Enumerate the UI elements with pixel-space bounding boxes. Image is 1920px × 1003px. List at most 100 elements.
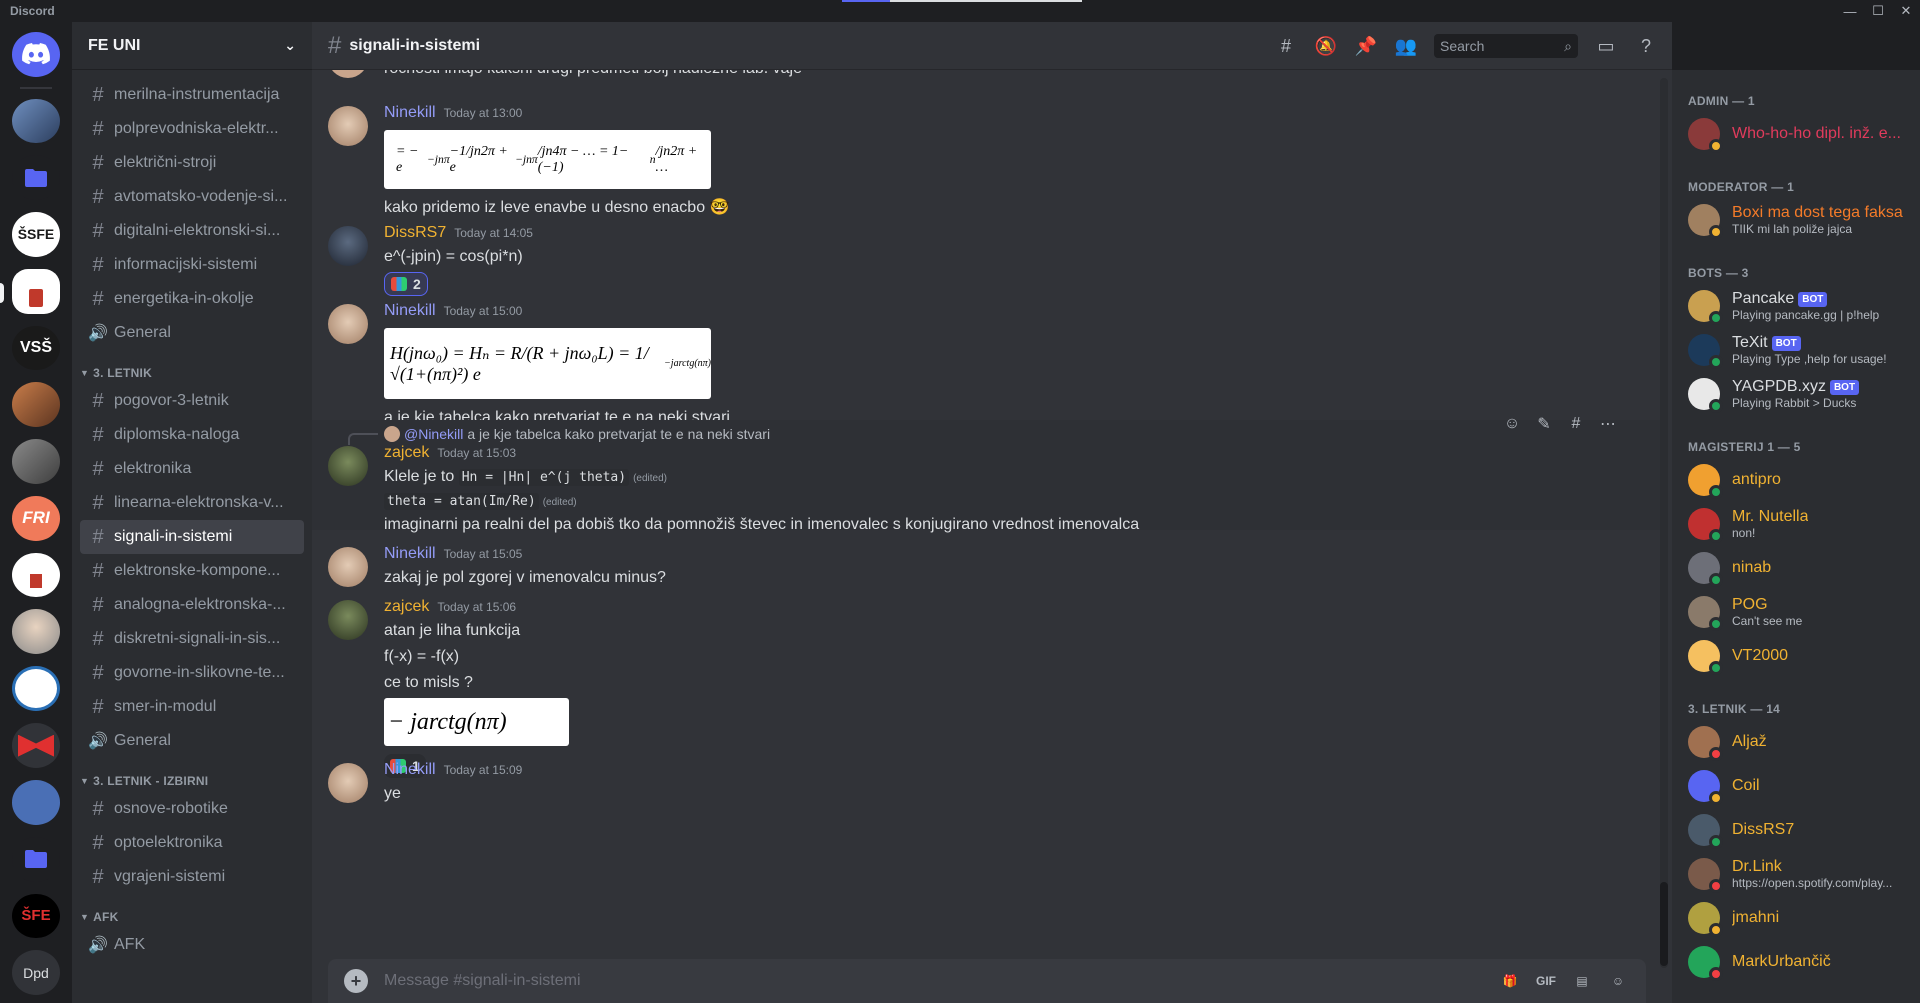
channel-item[interactable]: # optoelektronika: [80, 826, 304, 860]
username[interactable]: Ninekill: [384, 302, 436, 320]
more-options-icon[interactable]: ⋯: [1592, 408, 1624, 440]
gif-button[interactable]: GIF: [1534, 969, 1558, 993]
upload-plus-icon[interactable]: +: [344, 969, 368, 993]
server-icon[interactable]: Dpd: [12, 950, 60, 996]
category-3-letnik-izbirni[interactable]: ▼ 3. LETNIK - IZBIRNI: [80, 758, 304, 792]
maximize-button[interactable]: ☐: [1864, 0, 1892, 22]
category-afk[interactable]: ▼ AFK: [80, 894, 304, 928]
member-item[interactable]: Dr.Link https://open.spotify.com/play...: [1688, 852, 1912, 896]
scrollbar-track[interactable]: [1660, 78, 1668, 968]
pin-icon[interactable]: 📌: [1354, 34, 1378, 58]
channel-item[interactable]: # digitalni-elektronski-si...: [80, 214, 304, 248]
member-item[interactable]: Mr. Nutella non!: [1688, 502, 1912, 546]
avatar[interactable]: [328, 446, 368, 486]
member-item[interactable]: MarkUrbančič: [1688, 940, 1912, 984]
channel-item[interactable]: # govorne-in-slikovne-te...: [80, 656, 304, 690]
channel-item[interactable]: # avtomatsko-vodenje-si...: [80, 180, 304, 214]
server-header[interactable]: FE UNI ⌄: [72, 22, 312, 70]
server-icon[interactable]: [12, 552, 60, 598]
channel-item[interactable]: # vgrajeni-sistemi: [80, 860, 304, 894]
server-icon[interactable]: ŠFE: [12, 893, 60, 939]
channel-item[interactable]: # diplomska-naloga: [80, 418, 304, 452]
member-item[interactable]: jmahni: [1688, 896, 1912, 940]
username[interactable]: Ninekill: [384, 104, 436, 122]
member-item[interactable]: YAGPDB.xyz BOT Playing Rabbit > Ducks: [1688, 372, 1912, 416]
avatar[interactable]: [328, 226, 368, 266]
channel-item[interactable]: # merilna-instrumentacija: [80, 78, 304, 112]
channel-item[interactable]: 🔊 General: [80, 316, 304, 350]
member-item[interactable]: Coil: [1688, 764, 1912, 808]
member-item[interactable]: DissRS7: [1688, 808, 1912, 852]
avatar[interactable]: [328, 304, 368, 344]
channel-item[interactable]: # elektronika: [80, 452, 304, 486]
help-icon[interactable]: ?: [1634, 34, 1658, 58]
channel-item[interactable]: # energetika-in-okolje: [80, 282, 304, 316]
member-item[interactable]: POG Can't see me: [1688, 590, 1912, 634]
server-icon[interactable]: [12, 439, 60, 484]
sticker-icon[interactable]: ▤: [1570, 969, 1594, 993]
reaction-button[interactable]: 2: [384, 272, 428, 296]
latex-equation-image[interactable]: − jarctg(nπ): [384, 698, 569, 746]
threads-icon[interactable]: #: [1274, 34, 1298, 58]
server-icon[interactable]: [12, 609, 60, 655]
inbox-icon[interactable]: ▭: [1594, 34, 1618, 58]
channel-item[interactable]: # elektronske-kompone...: [80, 554, 304, 588]
channel-item[interactable]: # informacijski-sistemi: [80, 248, 304, 282]
search-input[interactable]: Search ⌕: [1434, 34, 1578, 58]
latex-equation-image[interactable]: H(jnω₀) = Hₙ = R/(R + jnω₀L) = 1/√(1+(nπ…: [384, 328, 711, 399]
server-icon[interactable]: [12, 382, 60, 428]
username[interactable]: DissRS7: [384, 224, 446, 242]
server-icon[interactable]: [12, 666, 60, 712]
member-item[interactable]: antipro: [1688, 458, 1912, 502]
username[interactable]: zajcek: [384, 444, 429, 462]
scrollbar-thumb[interactable]: [1660, 882, 1668, 966]
username[interactable]: Ninekill: [384, 545, 436, 563]
channel-item[interactable]: 🔊 General: [80, 724, 304, 758]
server-icon[interactable]: [12, 723, 60, 769]
category-3-letnik[interactable]: ▼ 3. LETNIK: [80, 350, 304, 384]
channel-item[interactable]: # diskretni-signali-in-sis...: [80, 622, 304, 656]
close-button[interactable]: ✕: [1892, 0, 1920, 22]
notification-bell-muted-icon[interactable]: 🔕: [1314, 34, 1338, 58]
avatar[interactable]: [328, 547, 368, 587]
channel-item[interactable]: # polprevodniska-elektr...: [80, 112, 304, 146]
reply-preview[interactable]: @Ninekill a je kje tabelca kako pretvarja…: [384, 424, 770, 444]
channel-item[interactable]: # pogovor-3-letnik: [80, 384, 304, 418]
server-icon[interactable]: VSŠ: [12, 325, 60, 371]
server-icon-active[interactable]: [0, 268, 60, 314]
username[interactable]: Ninekill: [384, 761, 436, 779]
emoji-icon[interactable]: ☺: [1606, 969, 1630, 993]
channel-item[interactable]: # signali-in-sistemi: [80, 520, 304, 554]
member-item[interactable]: Pancake BOT Playing pancake.gg | p!help: [1688, 284, 1912, 328]
server-icon[interactable]: FRI: [12, 495, 60, 541]
edit-icon[interactable]: ✎: [1528, 408, 1560, 440]
member-list-icon[interactable]: 👥: [1394, 34, 1418, 58]
channel-item[interactable]: # smer-in-modul: [80, 690, 304, 724]
server-icon[interactable]: [12, 98, 60, 144]
channel-item[interactable]: # linearna-elektronska-v...: [80, 486, 304, 520]
member-item[interactable]: Who-ho-ho dipl. inž. e...: [1688, 112, 1912, 156]
member-item[interactable]: Aljaž: [1688, 720, 1912, 764]
create-thread-icon[interactable]: #: [1560, 408, 1592, 440]
channel-item[interactable]: # električni-stroji: [80, 146, 304, 180]
server-folder[interactable]: [12, 155, 60, 201]
member-item[interactable]: VT2000: [1688, 634, 1912, 678]
member-item[interactable]: TeXit BOT Playing Type ,help for usage!: [1688, 328, 1912, 372]
channel-item[interactable]: 🔊 AFK: [80, 928, 304, 962]
member-item[interactable]: Boxi ma dost tega faksa TIIK mi lah poliž…: [1688, 198, 1912, 242]
home-button[interactable]: [12, 32, 60, 77]
server-icon[interactable]: ŠSFE: [12, 212, 60, 257]
add-reaction-icon[interactable]: ☺: [1496, 408, 1528, 440]
channel-item[interactable]: # analogna-elektronska-...: [80, 588, 304, 622]
avatar[interactable]: [328, 763, 368, 803]
message-input[interactable]: [384, 972, 1486, 990]
minimize-button[interactable]: —: [1836, 0, 1864, 22]
server-folder[interactable]: [12, 836, 60, 882]
avatar[interactable]: [328, 106, 368, 146]
member-item[interactable]: ninab: [1688, 546, 1912, 590]
avatar[interactable]: [328, 70, 368, 78]
avatar[interactable]: [328, 600, 368, 640]
gift-icon[interactable]: 🎁: [1498, 969, 1522, 993]
channel-item[interactable]: # osnove-robotike: [80, 792, 304, 826]
username[interactable]: zajcek: [384, 598, 429, 616]
